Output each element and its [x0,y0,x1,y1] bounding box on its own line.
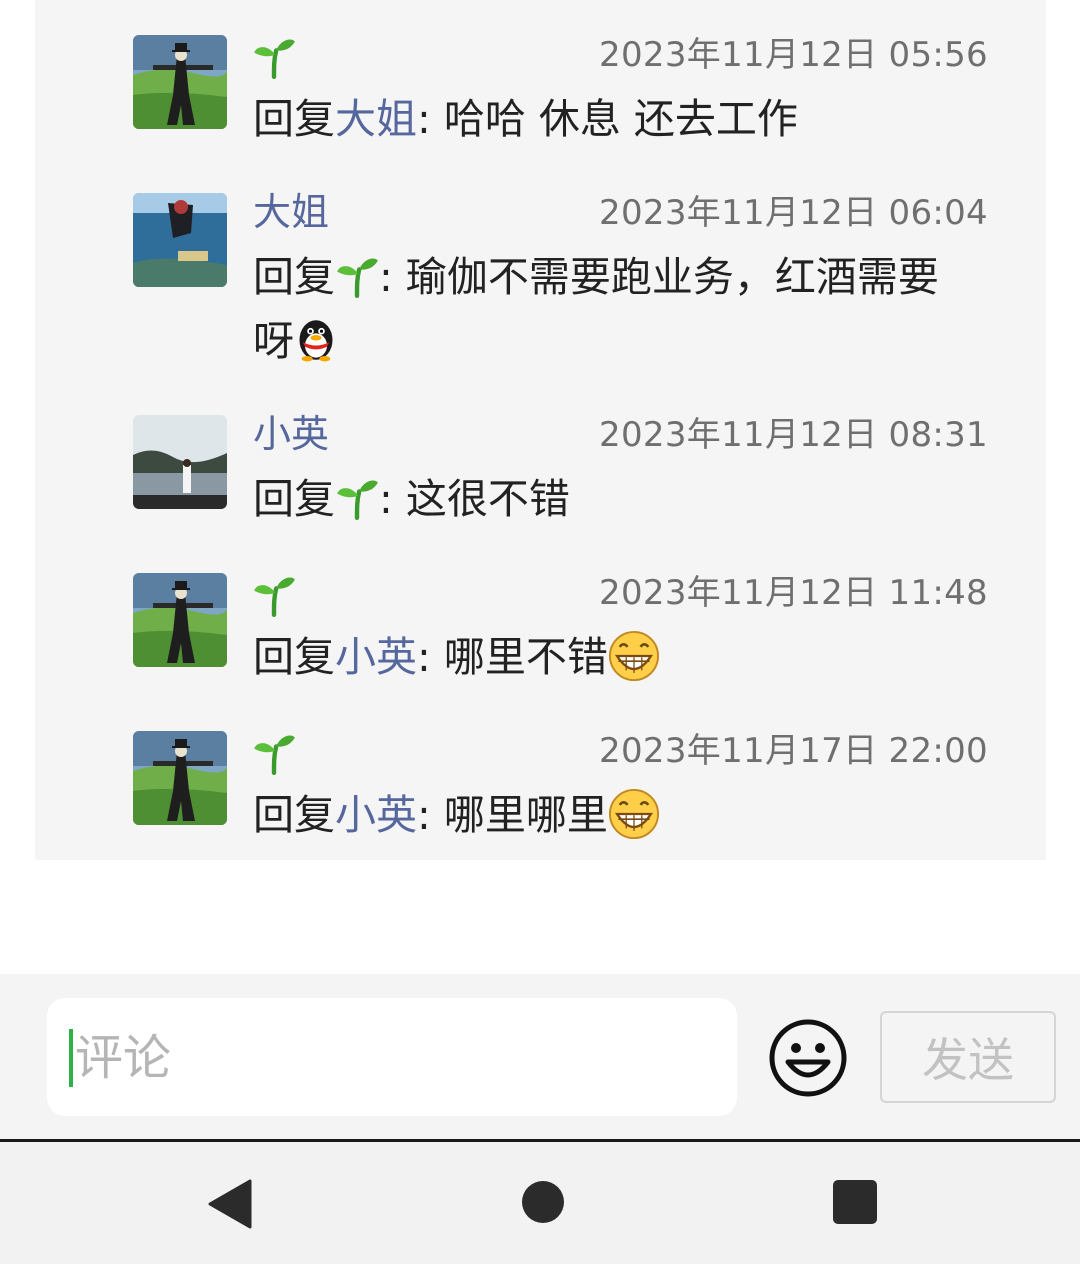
text-caret [69,1029,73,1087]
comment-content: 哈哈 休息 还去工作 [443,95,798,143]
reply-to-name[interactable]: 小英 [335,633,417,681]
system-navbar [0,1142,1080,1264]
comment-composer: 评论 发送 [0,974,1080,1140]
send-button[interactable]: 发送 [880,1011,1056,1103]
reply-prefix: 回复 [253,95,335,143]
qq-penguin-emoji-icon [294,318,338,362]
comment-input[interactable]: 评论 [47,998,737,1116]
avatar[interactable] [133,573,227,667]
smiley-icon[interactable] [768,1018,848,1098]
back-triangle-icon[interactable] [206,1179,252,1229]
author-name[interactable]: 小英 [253,411,329,457]
timestamp: 2023年11月12日 11:48 [599,573,988,613]
separator: : [417,791,444,839]
reply-prefix: 回复 [253,633,335,681]
sprout-icon[interactable] [335,476,379,520]
comment-item: 2023年11月12日 11:48 回复小英: 哪里不错 [133,573,993,703]
reply-prefix: 回复 [253,475,335,523]
comment-content: 这很不错 [405,475,570,523]
sprout-icon[interactable] [335,254,379,298]
avatar[interactable] [133,731,227,825]
separator: : [379,253,406,301]
comment-text: 回复小英: 哪里不错 [253,625,998,689]
timestamp: 2023年11月17日 22:00 [599,731,988,771]
comment-item: 大姐 2023年11月12日 06:04 回复: 瑜伽不需要跑业务，红酒需要呀 [133,190,993,383]
comment-content: 瑜伽不需要跑业务，红酒需要 [405,253,939,301]
separator: : [379,475,406,523]
author-name[interactable]: 大姐 [253,189,329,235]
avatar[interactable] [133,415,227,509]
comment-item: 小英 2023年11月12日 08:31 回复: 这很不错 [133,412,993,545]
sprout-icon[interactable] [252,573,296,617]
comment-text: 回复大姐: 哈哈 休息 还去工作 [253,87,998,151]
grin-emoji-icon [608,788,660,840]
timestamp: 2023年11月12日 08:31 [599,415,988,455]
recents-square-icon[interactable] [832,1179,878,1225]
avatar[interactable] [133,193,227,287]
reply-prefix: 回复 [253,253,335,301]
comment-text: 回复: 这很不错 [253,467,998,531]
comment-meta: 2023年11月17日 22:00 [253,731,993,771]
grin-emoji-icon [608,630,660,682]
comment-item: 2023年11月17日 22:00 回复小英: 哪里哪里 [133,731,993,851]
separator: : [417,95,444,143]
comment-text: 回复: 瑜伽不需要跑业务，红酒需要呀 [253,245,998,373]
reply-to-name[interactable]: 小英 [335,791,417,839]
avatar[interactable] [133,35,227,129]
timestamp: 2023年11月12日 05:56 [599,35,988,75]
comment-content: 哪里哪里 [443,791,608,839]
reply-prefix: 回复 [253,791,335,839]
timestamp: 2023年11月12日 06:04 [599,193,988,233]
comment-meta: 小英 2023年11月12日 08:31 [253,412,993,456]
comment-content: 哪里不错 [443,633,608,681]
comments-panel: 2023年11月12日 05:56 回复大姐: 哈哈 休息 还去工作 大姐 20… [35,0,1046,860]
comment-meta: 2023年11月12日 05:56 [253,35,993,75]
comment-placeholder: 评论 [75,1030,172,1086]
comment-item: 2023年11月12日 05:56 回复大姐: 哈哈 休息 还去工作 [133,35,993,165]
comment-meta: 2023年11月12日 11:48 [253,573,993,613]
comment-content-cont: 呀 [253,317,294,365]
home-circle-icon[interactable] [520,1179,566,1225]
sprout-icon[interactable] [252,731,296,775]
comment-text: 回复小英: 哪里哪里 [253,783,998,847]
separator: : [417,633,444,681]
sprout-icon[interactable] [252,35,296,79]
comment-meta: 大姐 2023年11月12日 06:04 [253,190,993,234]
reply-to-name[interactable]: 大姐 [335,95,417,143]
